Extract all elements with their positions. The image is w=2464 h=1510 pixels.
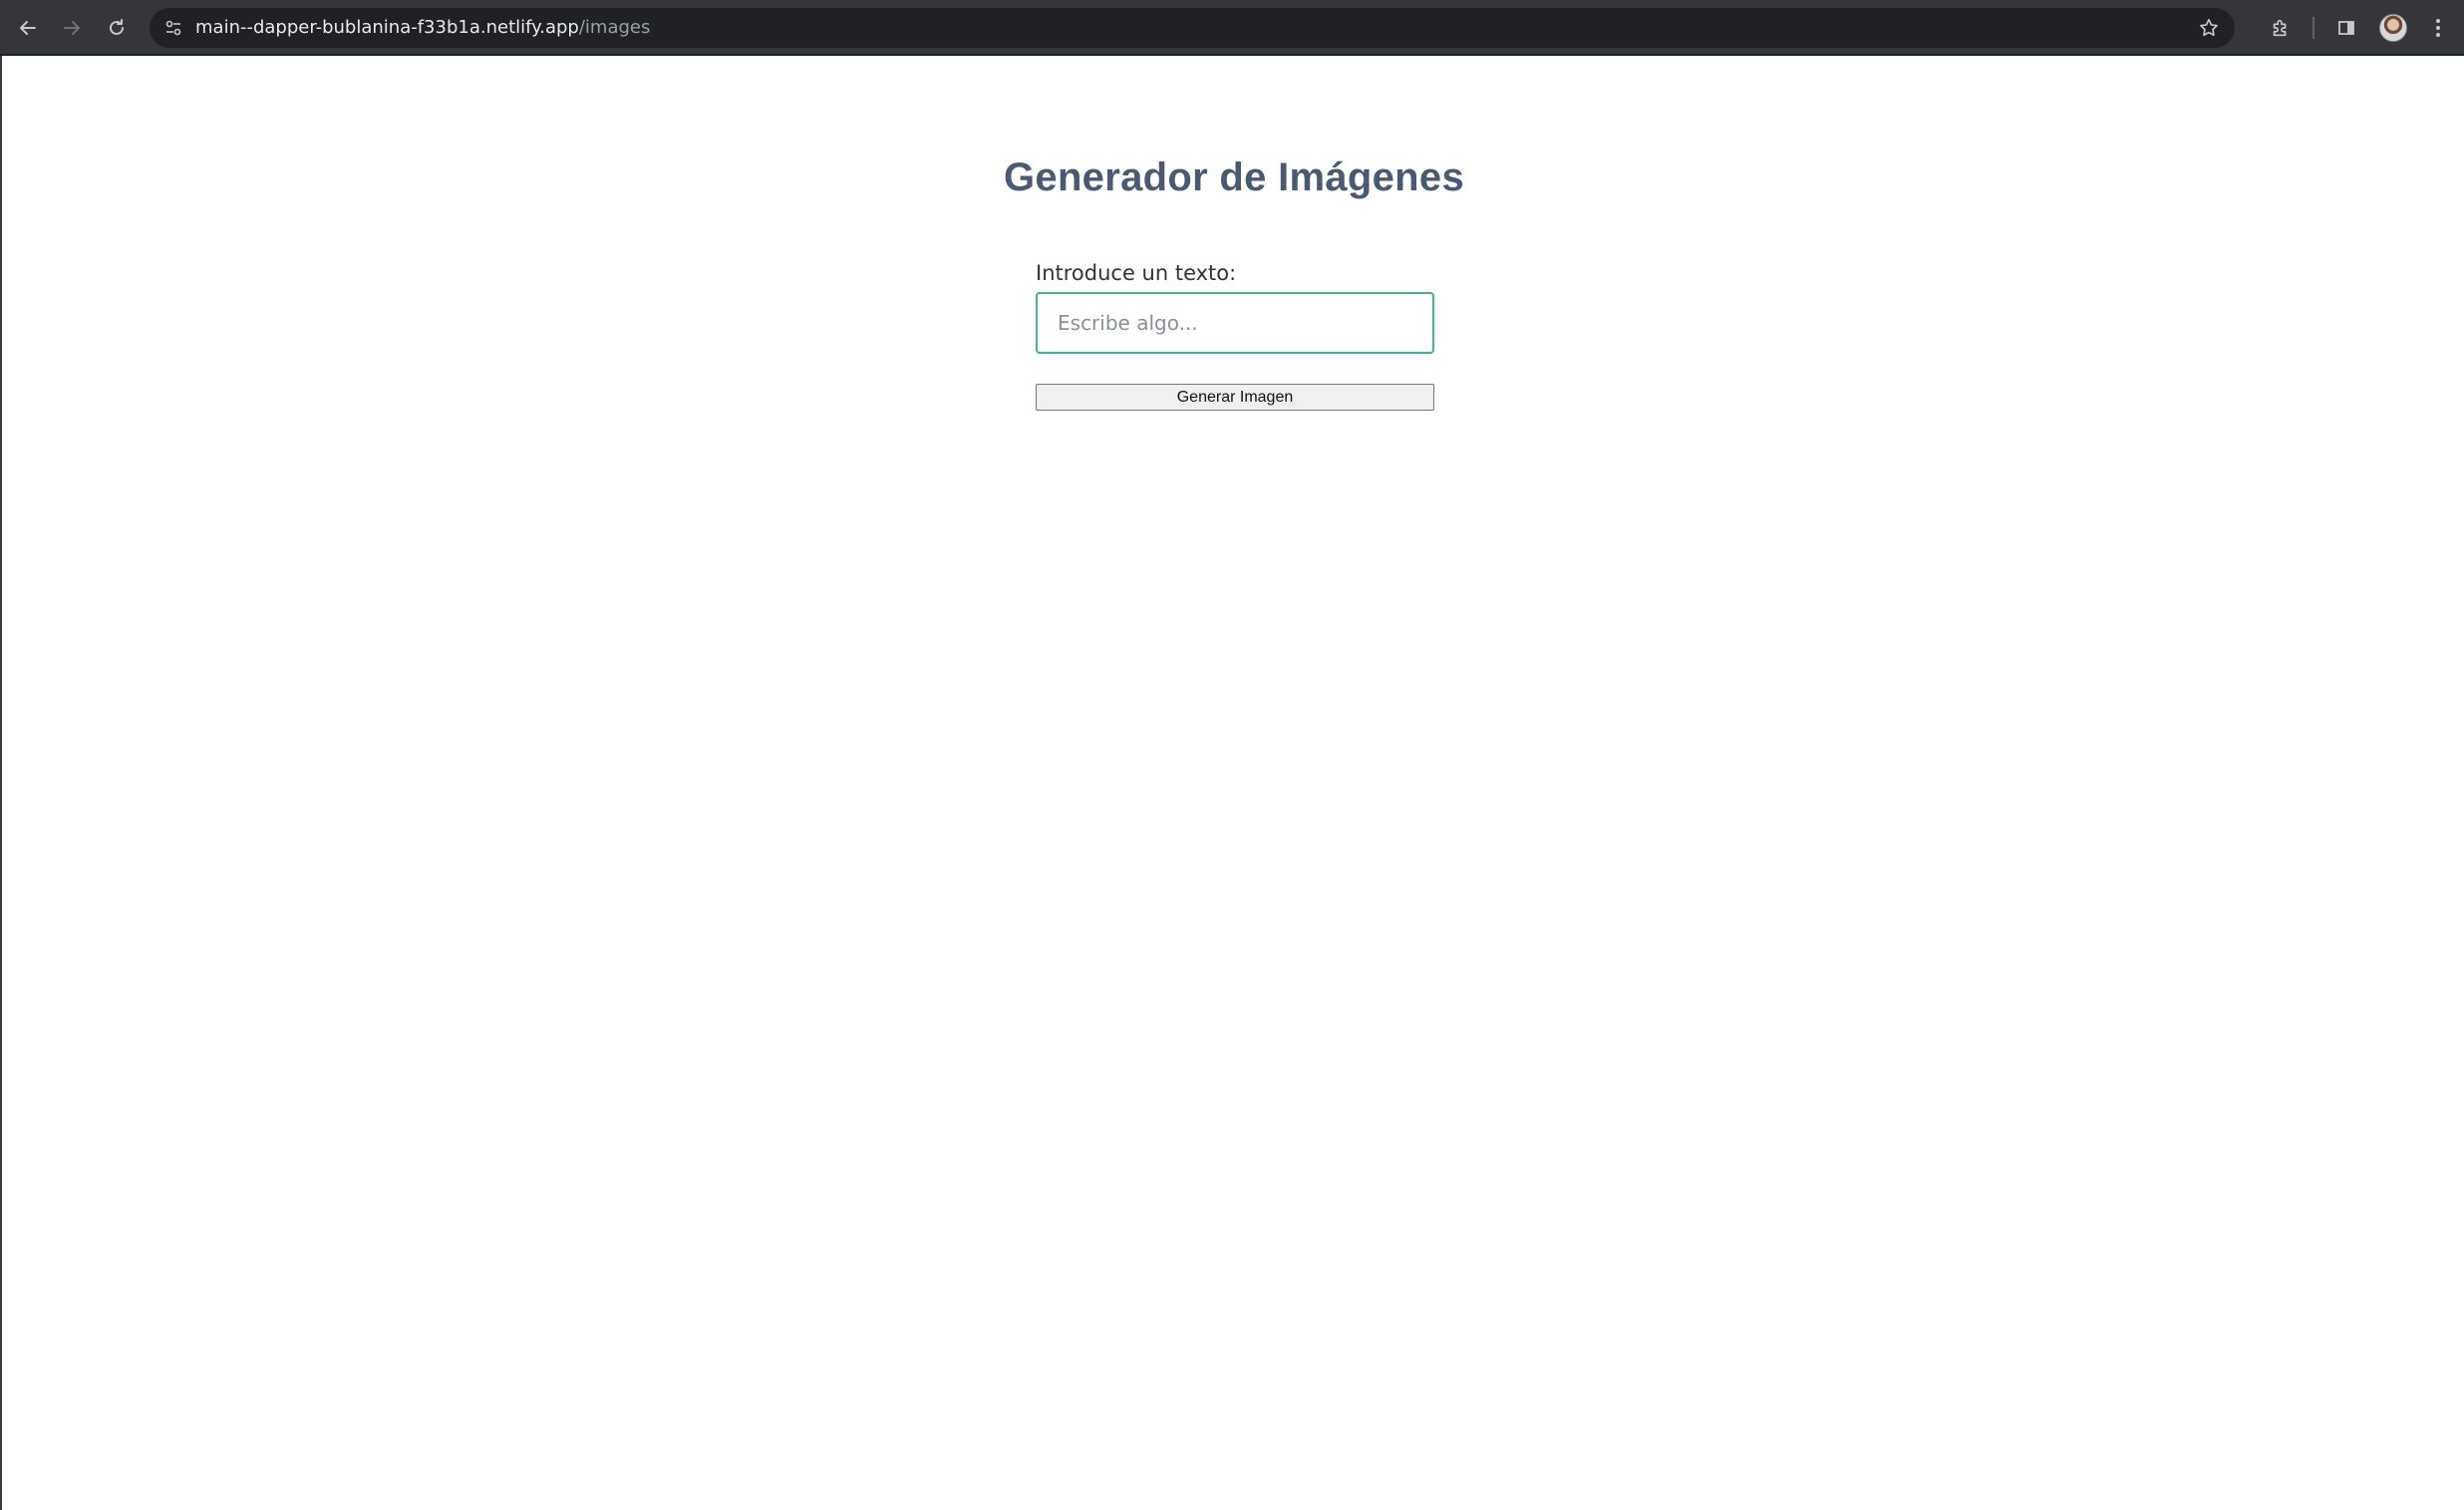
avatar[interactable] xyxy=(2379,14,2407,42)
url-host: main--dapper-bublanina-f33b1a.netlify.ap… xyxy=(195,17,579,38)
kebab-menu-icon[interactable] xyxy=(2422,12,2454,44)
url-text[interactable]: main--dapper-bublanina-f33b1a.netlify.ap… xyxy=(195,8,650,48)
star-icon[interactable] xyxy=(2193,12,2225,44)
forward-arrow-icon[interactable] xyxy=(56,12,88,44)
site-info-icon[interactable] xyxy=(161,16,185,40)
toolbar-divider xyxy=(2312,17,2314,39)
side-panel-icon[interactable] xyxy=(2330,12,2362,44)
reload-icon[interactable] xyxy=(101,12,133,44)
back-arrow-icon[interactable] xyxy=(12,12,44,44)
generate-image-button[interactable]: Generar Imagen xyxy=(1036,384,1434,411)
address-bar[interactable]: main--dapper-bublanina-f33b1a.netlify.ap… xyxy=(150,8,2235,48)
text-input[interactable] xyxy=(1036,292,1434,354)
puzzle-icon[interactable] xyxy=(2265,12,2297,44)
page-title: Generador de Imágenes xyxy=(1003,155,1465,199)
browser-toolbar: main--dapper-bublanina-f33b1a.netlify.ap… xyxy=(0,0,2464,56)
page-viewport: Generador de Imágenes Introduce un texto… xyxy=(0,56,2464,1510)
url-path: /images xyxy=(578,17,651,38)
text-input-label: Introduce un texto: xyxy=(1036,261,1237,285)
